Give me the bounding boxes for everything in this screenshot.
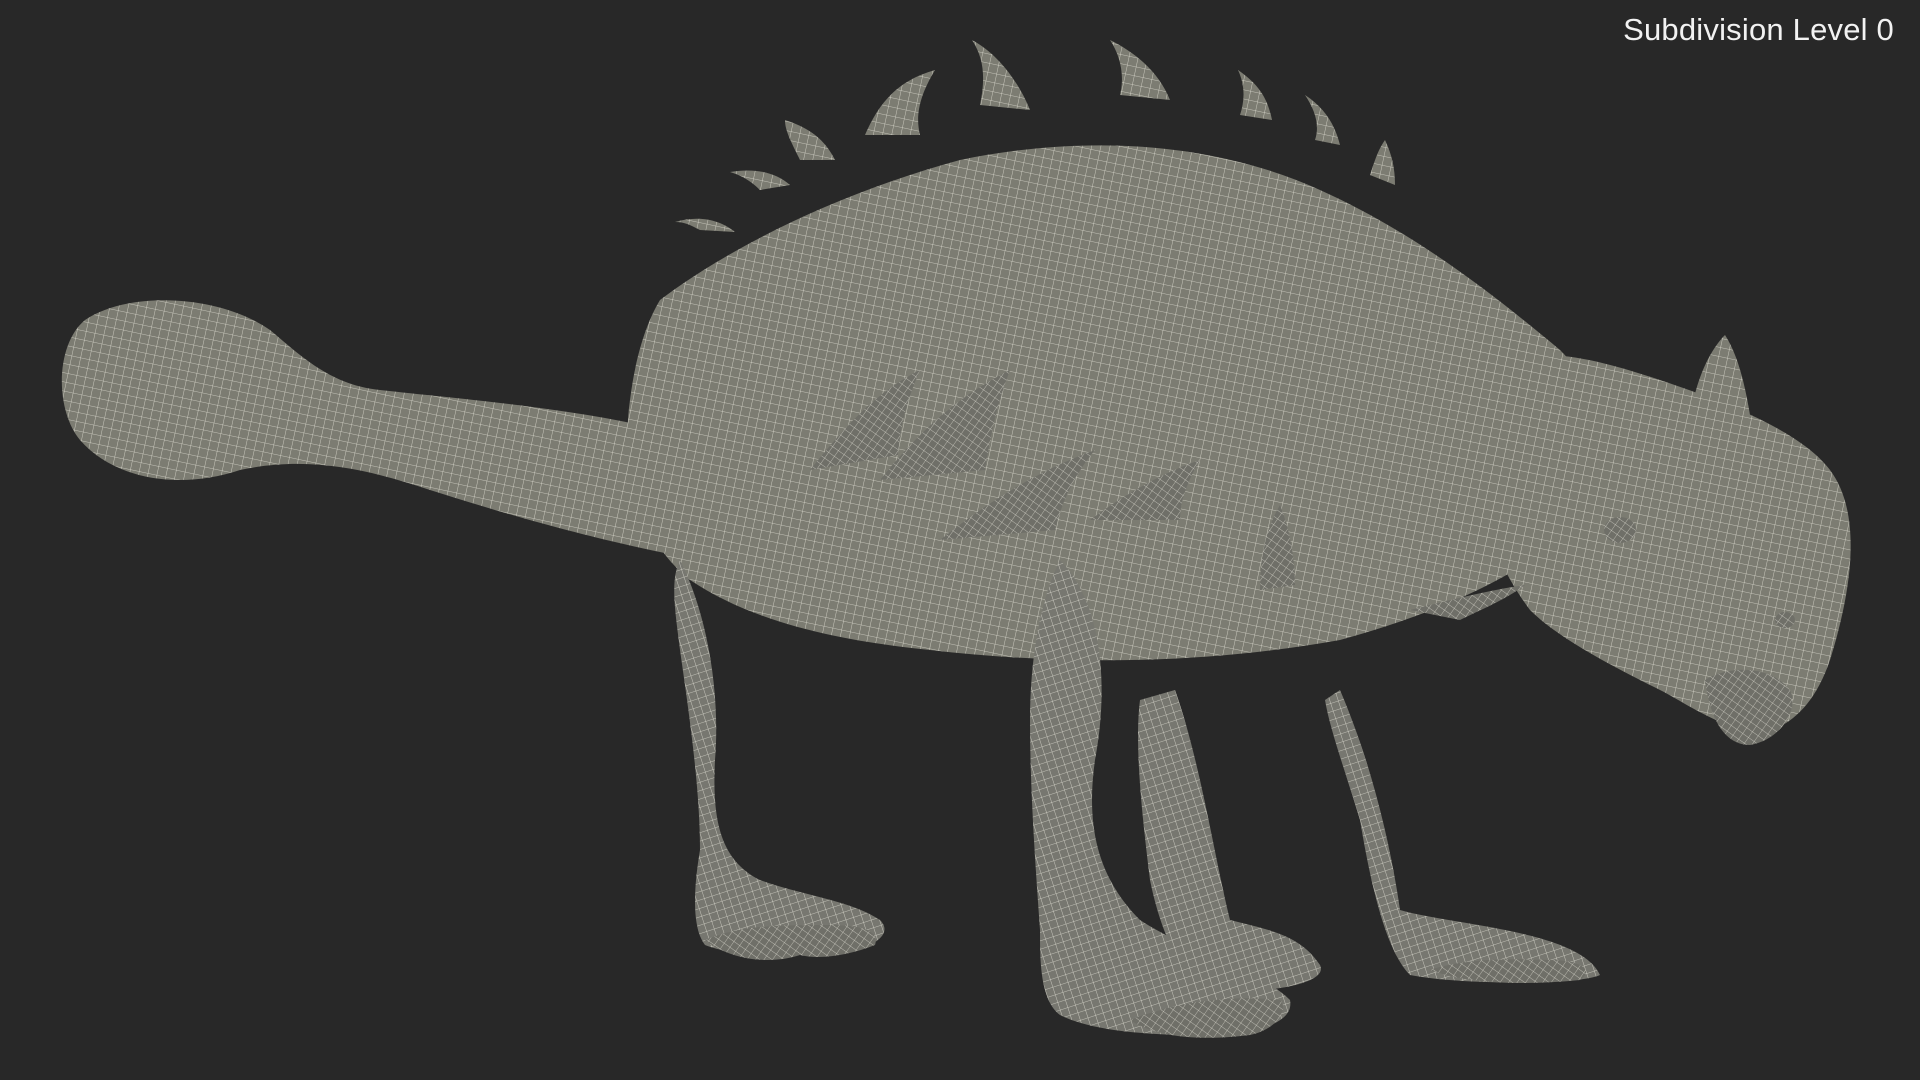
ankylosaurus-wireframe-model <box>61 40 1851 1038</box>
head-horn <box>1690 335 1750 420</box>
tail <box>61 300 700 560</box>
subdivision-level-label: Subdivision Level 0 <box>1623 12 1894 47</box>
head <box>1472 354 1851 733</box>
eye <box>1604 517 1636 543</box>
3d-viewport[interactable]: Subdivision Level 0 <box>0 0 1920 1080</box>
mouth <box>1705 669 1793 745</box>
far-front-leg <box>1325 690 1600 983</box>
nostril <box>1775 612 1795 628</box>
body <box>627 145 1600 661</box>
